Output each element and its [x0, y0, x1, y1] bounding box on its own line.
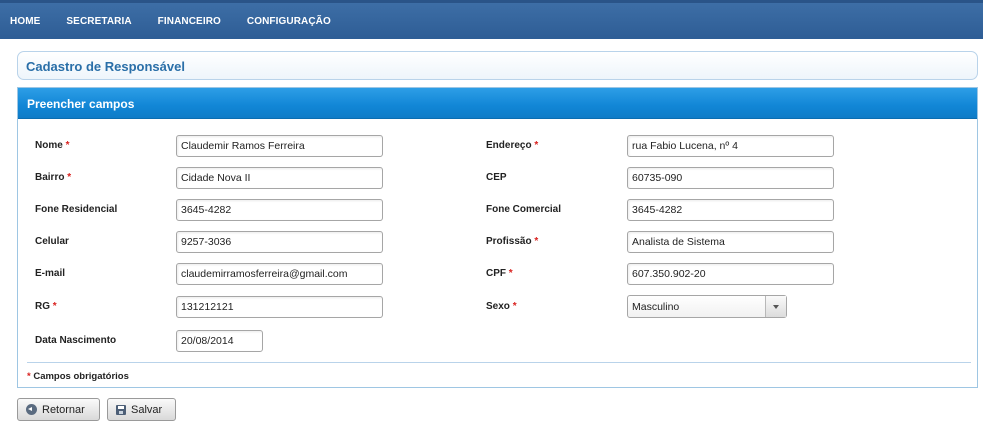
data-nascimento-input[interactable]: 20/08/2014 — [176, 330, 263, 352]
fone-residencial-label: Fone Residencial — [35, 204, 118, 215]
required-fields-note: * Campos obrigatórios — [27, 371, 129, 382]
panel-header-title: Preencher campos — [27, 97, 135, 111]
panel-header: Preencher campos — [18, 88, 977, 119]
nav-item-financeiro[interactable]: FINANCEIRO — [158, 16, 221, 27]
arrow-left-circle-icon — [26, 404, 37, 415]
data-nascimento-label: Data Nascimento — [35, 335, 117, 346]
form-panel: Preencher campos Nome * Claudemir Ramos … — [17, 87, 978, 388]
nav-item-secretaria[interactable]: SECRETARIA — [66, 16, 131, 27]
page-title-box: Cadastro de Responsável — [17, 51, 978, 80]
dropdown-button[interactable] — [765, 296, 786, 317]
nome-label: Nome * — [35, 140, 70, 151]
fone-comercial-input[interactable]: 3645-4282 — [627, 199, 834, 221]
profissao-input[interactable]: Analista de Sistema — [627, 231, 834, 253]
rg-input[interactable]: 131212121 — [176, 296, 383, 318]
email-label: E-mail — [35, 268, 66, 279]
sexo-label: Sexo * — [486, 301, 517, 312]
save-button[interactable]: Salvar — [107, 398, 176, 421]
email-input[interactable]: claudemirramosferreira@gmail.com — [176, 263, 383, 285]
rg-label: RG * — [35, 301, 57, 312]
profissao-label: Profissão * — [486, 236, 539, 247]
back-button-label: Retornar — [42, 403, 85, 416]
floppy-disk-icon — [116, 404, 126, 415]
fone-residencial-input[interactable]: 3645-4282 — [176, 199, 383, 221]
panel-divider — [27, 362, 971, 363]
back-button[interactable]: Retornar — [17, 398, 100, 421]
chevron-down-icon — [773, 305, 779, 309]
endereco-input[interactable]: rua Fabio Lucena, nº 4 — [627, 135, 834, 157]
celular-label: Celular — [35, 236, 69, 247]
celular-input[interactable]: 9257-3036 — [176, 231, 383, 253]
cpf-label: CPF * — [486, 268, 513, 279]
nav-item-configuracao[interactable]: CONFIGURAÇÃO — [247, 16, 331, 27]
endereco-label: Endereço * — [486, 140, 539, 151]
bairro-input[interactable]: Cidade Nova II — [176, 167, 383, 189]
cpf-input[interactable]: 607.350.902-20 — [627, 263, 834, 285]
save-button-label: Salvar — [131, 403, 163, 416]
main-menu: HOME SECRETARIA FINANCEIRO CONFIGURAÇÃO — [0, 3, 983, 39]
page-title: Cadastro de Responsável — [26, 59, 185, 74]
nome-input[interactable]: Claudemir Ramos Ferreira — [176, 135, 383, 157]
fone-comercial-label: Fone Comercial — [486, 204, 562, 215]
sexo-select[interactable]: Masculino — [627, 295, 787, 318]
cep-input[interactable]: 60735-090 — [627, 167, 834, 189]
bairro-label: Bairro * — [35, 172, 72, 183]
top-navigation-bar: HOME SECRETARIA FINANCEIRO CONFIGURAÇÃO — [0, 0, 983, 39]
nav-item-home[interactable]: HOME — [10, 16, 40, 27]
cep-label: CEP — [486, 172, 507, 183]
sexo-selected-value: Masculino — [632, 301, 680, 313]
